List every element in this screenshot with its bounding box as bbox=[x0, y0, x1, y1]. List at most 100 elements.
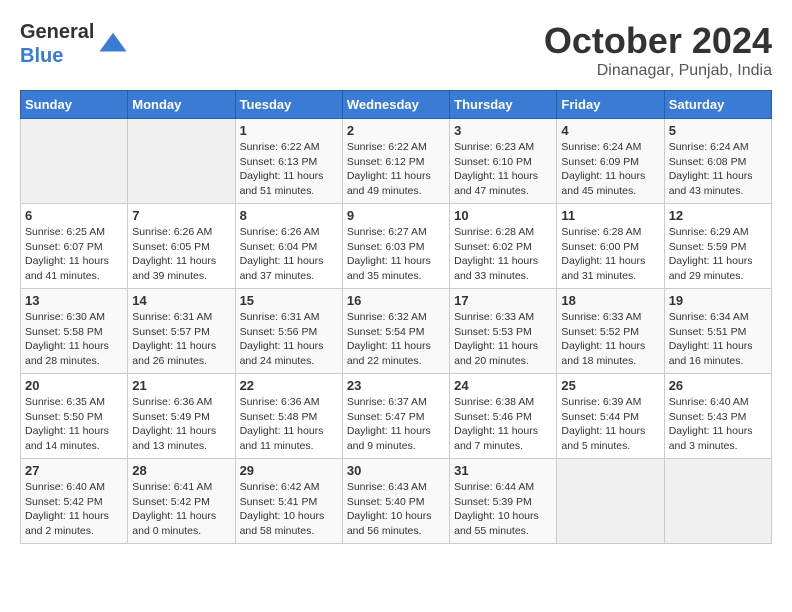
calendar-cell: 27 Sunrise: 6:40 AM Sunset: 5:42 PM Dayli… bbox=[21, 459, 128, 544]
calendar-cell: 5 Sunrise: 6:24 AM Sunset: 6:08 PM Daylig… bbox=[664, 119, 771, 204]
day-info: Sunrise: 6:32 AM Sunset: 5:54 PM Dayligh… bbox=[347, 310, 445, 369]
day-info: Sunrise: 6:30 AM Sunset: 5:58 PM Dayligh… bbox=[25, 310, 123, 369]
day-number: 9 bbox=[347, 208, 445, 223]
calendar-week-4: 20 Sunrise: 6:35 AM Sunset: 5:50 PM Dayli… bbox=[21, 374, 772, 459]
day-number: 20 bbox=[25, 378, 123, 393]
calendar-week-1: 1 Sunrise: 6:22 AM Sunset: 6:13 PM Daylig… bbox=[21, 119, 772, 204]
calendar-week-5: 27 Sunrise: 6:40 AM Sunset: 5:42 PM Dayli… bbox=[21, 459, 772, 544]
day-info: Sunrise: 6:27 AM Sunset: 6:03 PM Dayligh… bbox=[347, 225, 445, 284]
calendar-cell: 11 Sunrise: 6:28 AM Sunset: 6:00 PM Dayli… bbox=[557, 204, 664, 289]
day-info: Sunrise: 6:33 AM Sunset: 5:52 PM Dayligh… bbox=[561, 310, 659, 369]
calendar-cell: 9 Sunrise: 6:27 AM Sunset: 6:03 PM Daylig… bbox=[342, 204, 449, 289]
day-info: Sunrise: 6:22 AM Sunset: 6:13 PM Dayligh… bbox=[240, 140, 338, 199]
calendar-cell: 23 Sunrise: 6:37 AM Sunset: 5:47 PM Dayli… bbox=[342, 374, 449, 459]
day-number: 2 bbox=[347, 123, 445, 138]
day-number: 19 bbox=[669, 293, 767, 308]
calendar-cell: 20 Sunrise: 6:35 AM Sunset: 5:50 PM Dayli… bbox=[21, 374, 128, 459]
day-info: Sunrise: 6:26 AM Sunset: 6:04 PM Dayligh… bbox=[240, 225, 338, 284]
day-info: Sunrise: 6:36 AM Sunset: 5:49 PM Dayligh… bbox=[132, 395, 230, 454]
calendar-cell: 28 Sunrise: 6:41 AM Sunset: 5:42 PM Dayli… bbox=[128, 459, 235, 544]
day-number: 13 bbox=[25, 293, 123, 308]
day-number: 3 bbox=[454, 123, 552, 138]
calendar-header-saturday: Saturday bbox=[664, 91, 771, 119]
calendar-cell: 18Sunrise: 6:33 AM Sunset: 5:52 PM Dayli… bbox=[557, 289, 664, 374]
calendar-cell: 10 Sunrise: 6:28 AM Sunset: 6:02 PM Dayli… bbox=[450, 204, 557, 289]
day-info: Sunrise: 6:25 AM Sunset: 6:07 PM Dayligh… bbox=[25, 225, 123, 284]
day-number: 8 bbox=[240, 208, 338, 223]
calendar-cell: 24Sunrise: 6:38 AM Sunset: 5:46 PM Dayli… bbox=[450, 374, 557, 459]
calendar-cell: 2 Sunrise: 6:22 AM Sunset: 6:12 PM Daylig… bbox=[342, 119, 449, 204]
calendar-cell: 19Sunrise: 6:34 AM Sunset: 5:51 PM Dayli… bbox=[664, 289, 771, 374]
day-number: 30 bbox=[347, 463, 445, 478]
calendar-cell: 1 Sunrise: 6:22 AM Sunset: 6:13 PM Daylig… bbox=[235, 119, 342, 204]
calendar-cell: 29 Sunrise: 6:42 AM Sunset: 5:41 PM Dayli… bbox=[235, 459, 342, 544]
day-info: Sunrise: 6:36 AM Sunset: 5:48 PM Dayligh… bbox=[240, 395, 338, 454]
calendar-cell: 4Sunrise: 6:24 AM Sunset: 6:09 PM Daylig… bbox=[557, 119, 664, 204]
calendar-cell bbox=[664, 459, 771, 544]
calendar-cell bbox=[557, 459, 664, 544]
day-info: Sunrise: 6:26 AM Sunset: 6:05 PM Dayligh… bbox=[132, 225, 230, 284]
calendar-cell bbox=[21, 119, 128, 204]
calendar-header-thursday: Thursday bbox=[450, 91, 557, 119]
day-info: Sunrise: 6:35 AM Sunset: 5:50 PM Dayligh… bbox=[25, 395, 123, 454]
day-number: 28 bbox=[132, 463, 230, 478]
day-info: Sunrise: 6:28 AM Sunset: 6:02 PM Dayligh… bbox=[454, 225, 552, 284]
day-number: 23 bbox=[347, 378, 445, 393]
day-number: 4 bbox=[561, 123, 659, 138]
day-number: 7 bbox=[132, 208, 230, 223]
day-info: Sunrise: 6:33 AM Sunset: 5:53 PM Dayligh… bbox=[454, 310, 552, 369]
day-info: Sunrise: 6:37 AM Sunset: 5:47 PM Dayligh… bbox=[347, 395, 445, 454]
day-info: Sunrise: 6:24 AM Sunset: 6:08 PM Dayligh… bbox=[669, 140, 767, 199]
calendar-cell: 3 Sunrise: 6:23 AM Sunset: 6:10 PM Daylig… bbox=[450, 119, 557, 204]
day-number: 29 bbox=[240, 463, 338, 478]
day-info: Sunrise: 6:40 AM Sunset: 5:43 PM Dayligh… bbox=[669, 395, 767, 454]
calendar-cell: 13 Sunrise: 6:30 AM Sunset: 5:58 PM Dayli… bbox=[21, 289, 128, 374]
calendar-header-tuesday: Tuesday bbox=[235, 91, 342, 119]
day-number: 21 bbox=[132, 378, 230, 393]
calendar-cell: 14Sunrise: 6:31 AM Sunset: 5:57 PM Dayli… bbox=[128, 289, 235, 374]
day-number: 12 bbox=[669, 208, 767, 223]
day-number: 26 bbox=[669, 378, 767, 393]
day-info: Sunrise: 6:42 AM Sunset: 5:41 PM Dayligh… bbox=[240, 480, 338, 539]
header: General Blue October 2024 Dinanagar, Pun… bbox=[20, 20, 772, 80]
calendar-cell: 26 Sunrise: 6:40 AM Sunset: 5:43 PM Dayli… bbox=[664, 374, 771, 459]
day-info: Sunrise: 6:31 AM Sunset: 5:56 PM Dayligh… bbox=[240, 310, 338, 369]
day-number: 11 bbox=[561, 208, 659, 223]
calendar-cell: 25 Sunrise: 6:39 AM Sunset: 5:44 PM Dayli… bbox=[557, 374, 664, 459]
calendar-header-wednesday: Wednesday bbox=[342, 91, 449, 119]
day-info: Sunrise: 6:22 AM Sunset: 6:12 PM Dayligh… bbox=[347, 140, 445, 199]
day-info: Sunrise: 6:39 AM Sunset: 5:44 PM Dayligh… bbox=[561, 395, 659, 454]
day-number: 25 bbox=[561, 378, 659, 393]
day-number: 10 bbox=[454, 208, 552, 223]
day-number: 6 bbox=[25, 208, 123, 223]
day-info: Sunrise: 6:43 AM Sunset: 5:40 PM Dayligh… bbox=[347, 480, 445, 539]
calendar-body: 1 Sunrise: 6:22 AM Sunset: 6:13 PM Daylig… bbox=[21, 119, 772, 544]
day-number: 17 bbox=[454, 293, 552, 308]
calendar-cell: 7 Sunrise: 6:26 AM Sunset: 6:05 PM Daylig… bbox=[128, 204, 235, 289]
day-info: Sunrise: 6:40 AM Sunset: 5:42 PM Dayligh… bbox=[25, 480, 123, 539]
logo: General Blue bbox=[20, 20, 128, 68]
calendar-header-row: SundayMondayTuesdayWednesdayThursdayFrid… bbox=[21, 91, 772, 119]
day-number: 31 bbox=[454, 463, 552, 478]
calendar-week-2: 6 Sunrise: 6:25 AM Sunset: 6:07 PM Daylig… bbox=[21, 204, 772, 289]
calendar-cell: 31Sunrise: 6:44 AM Sunset: 5:39 PM Dayli… bbox=[450, 459, 557, 544]
day-info: Sunrise: 6:23 AM Sunset: 6:10 PM Dayligh… bbox=[454, 140, 552, 199]
calendar-cell: 15Sunrise: 6:31 AM Sunset: 5:56 PM Dayli… bbox=[235, 289, 342, 374]
day-number: 24 bbox=[454, 378, 552, 393]
day-number: 1 bbox=[240, 123, 338, 138]
calendar-header-friday: Friday bbox=[557, 91, 664, 119]
day-info: Sunrise: 6:28 AM Sunset: 6:00 PM Dayligh… bbox=[561, 225, 659, 284]
calendar-week-3: 13 Sunrise: 6:30 AM Sunset: 5:58 PM Dayli… bbox=[21, 289, 772, 374]
day-info: Sunrise: 6:29 AM Sunset: 5:59 PM Dayligh… bbox=[669, 225, 767, 284]
calendar-cell: 17 Sunrise: 6:33 AM Sunset: 5:53 PM Dayli… bbox=[450, 289, 557, 374]
title-area: October 2024 Dinanagar, Punjab, India bbox=[544, 20, 772, 80]
calendar-cell: 30 Sunrise: 6:43 AM Sunset: 5:40 PM Dayli… bbox=[342, 459, 449, 544]
calendar-cell: 6 Sunrise: 6:25 AM Sunset: 6:07 PM Daylig… bbox=[21, 204, 128, 289]
calendar-header-sunday: Sunday bbox=[21, 91, 128, 119]
calendar-cell bbox=[128, 119, 235, 204]
logo-icon bbox=[98, 29, 128, 59]
day-number: 5 bbox=[669, 123, 767, 138]
day-info: Sunrise: 6:41 AM Sunset: 5:42 PM Dayligh… bbox=[132, 480, 230, 539]
day-number: 27 bbox=[25, 463, 123, 478]
calendar-table: SundayMondayTuesdayWednesdayThursdayFrid… bbox=[20, 90, 772, 544]
